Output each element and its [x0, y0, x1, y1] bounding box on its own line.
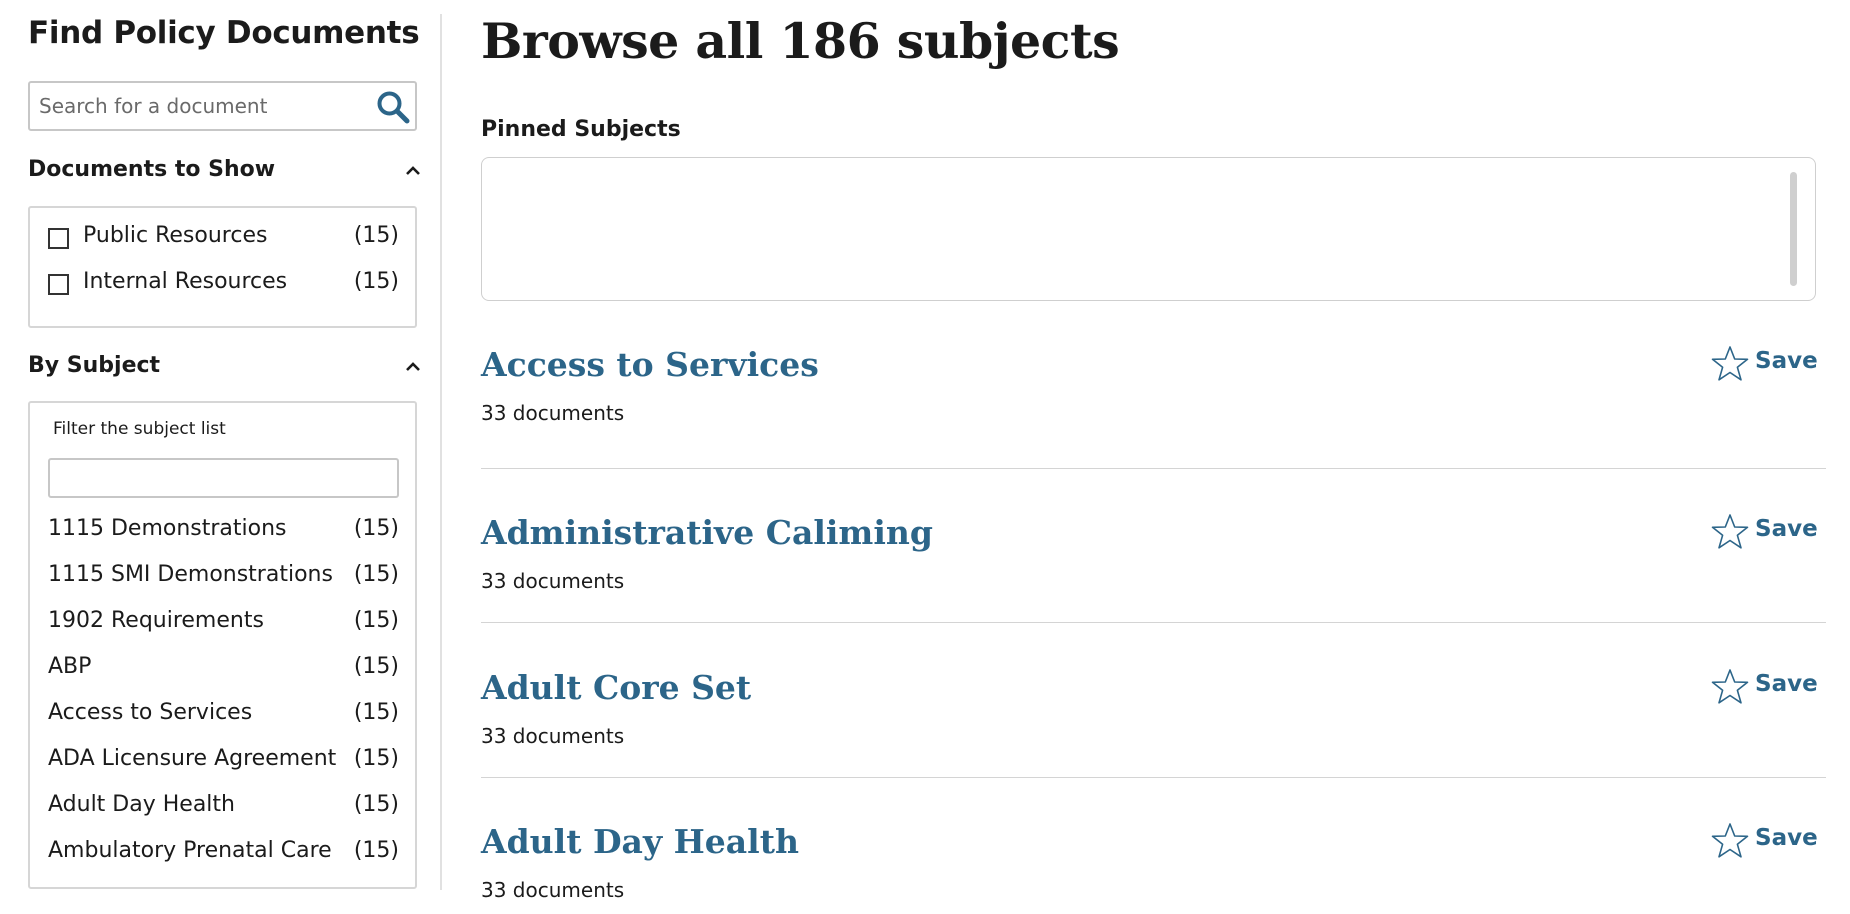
documents-to-show-toggle[interactable]: Documents to Show: [28, 157, 421, 191]
subject-title-link[interactable]: Adult Day Health: [481, 822, 799, 861]
subject-title-link[interactable]: Administrative Caliming: [481, 513, 933, 552]
subject-name: 1115 Demonstrations: [48, 516, 287, 541]
by-subject-toggle[interactable]: By Subject: [28, 353, 421, 387]
subject-count: (15): [353, 792, 399, 817]
star-icon: [1711, 669, 1749, 704]
subject-name: 1902 Requirements: [48, 608, 264, 633]
subject-filter-item[interactable]: 1115 SMI Demonstrations (15): [48, 562, 399, 596]
document-count: 33 documents: [481, 878, 625, 902]
search-icon[interactable]: [376, 90, 410, 124]
subject-count: (15): [353, 562, 399, 587]
subject-entry: Access to Services 33 documents Save: [481, 345, 1826, 435]
subject-name: Ambulatory Prenatal Care: [48, 838, 332, 863]
documents-to-show-panel: Public Resources (15) Internal Resources…: [28, 206, 417, 328]
save-subject-button[interactable]: Save: [1711, 345, 1826, 385]
save-subject-button[interactable]: Save: [1711, 822, 1826, 862]
public-resources-checkbox[interactable]: Public Resources (15): [48, 223, 399, 257]
chevron-up-icon: [406, 166, 420, 175]
documents-to-show-heading: Documents to Show: [28, 157, 276, 182]
subject-name: ABP: [48, 654, 92, 679]
divider: [481, 622, 1826, 623]
subject-name: 1115 SMI Demonstrations: [48, 562, 333, 587]
filter-label: Filter the subject list: [53, 419, 226, 439]
save-subject-button[interactable]: Save: [1711, 668, 1826, 708]
subject-count: (15): [353, 516, 399, 541]
star-icon: [1711, 346, 1749, 381]
subject-filter-item[interactable]: Ambulatory Prenatal Care (15): [48, 838, 399, 872]
document-count: 33 documents: [481, 724, 625, 748]
save-label: Save: [1755, 516, 1818, 542]
save-label: Save: [1755, 348, 1818, 374]
checkbox-box[interactable]: [48, 228, 69, 249]
subject-count: (15): [353, 746, 399, 771]
subject-filter-input[interactable]: [48, 458, 399, 498]
checkbox-count: (15): [353, 223, 399, 248]
subject-filter-item[interactable]: ABP (15): [48, 654, 399, 688]
save-subject-button[interactable]: Save: [1711, 513, 1826, 553]
subject-filter-item[interactable]: Access to Services (15): [48, 700, 399, 734]
checkbox-count: (15): [353, 269, 399, 294]
pinned-subjects-heading: Pinned Subjects: [481, 117, 681, 142]
subject-name: Access to Services: [48, 700, 253, 725]
subject-filter-item[interactable]: ADA Licensure Agreement (15): [48, 746, 399, 780]
divider: [481, 468, 1826, 469]
by-subject-heading: By Subject: [28, 353, 161, 378]
subject-title-link[interactable]: Access to Services: [481, 345, 819, 384]
subject-entry: Adult Day Health 33 documents Save: [481, 822, 1826, 912]
chevron-up-icon: [406, 362, 420, 371]
sidebar-title: Find Policy Documents: [28, 15, 420, 51]
checkbox-box[interactable]: [48, 274, 69, 295]
document-count: 33 documents: [481, 569, 625, 593]
page-title: Browse all 186 subjects: [481, 12, 1120, 70]
checkbox-label: Internal Resources: [83, 269, 288, 294]
subject-count: (15): [353, 654, 399, 679]
save-label: Save: [1755, 671, 1818, 697]
pinned-scrollbar[interactable]: [1790, 172, 1797, 286]
subject-title-link[interactable]: Adult Core Set: [481, 668, 751, 707]
star-icon: [1711, 823, 1749, 858]
subject-count: (15): [353, 608, 399, 633]
internal-resources-checkbox[interactable]: Internal Resources (15): [48, 269, 399, 303]
subject-filter-item[interactable]: 1115 Demonstrations (15): [48, 516, 399, 550]
by-subject-panel: Filter the subject list 1115 Demonstrati…: [28, 401, 417, 889]
sidebar-divider: [440, 14, 442, 890]
checkbox-label: Public Resources: [83, 223, 268, 248]
subject-filter-item[interactable]: Adult Day Health (15): [48, 792, 399, 826]
star-icon: [1711, 514, 1749, 549]
divider: [481, 777, 1826, 778]
subject-entry: Adult Core Set 33 documents Save: [481, 668, 1826, 758]
subject-entry: Administrative Caliming 33 documents Sav…: [481, 513, 1826, 603]
pinned-subjects-box: [481, 157, 1816, 301]
search-input[interactable]: [39, 91, 359, 121]
subject-name: Adult Day Health: [48, 792, 235, 817]
subject-filter-item[interactable]: 1902 Requirements (15): [48, 608, 399, 642]
search-box: [28, 81, 417, 131]
subject-name: ADA Licensure Agreement: [48, 746, 337, 771]
subject-count: (15): [353, 700, 399, 725]
subject-count: (15): [353, 838, 399, 863]
document-count: 33 documents: [481, 401, 625, 425]
save-label: Save: [1755, 825, 1818, 851]
